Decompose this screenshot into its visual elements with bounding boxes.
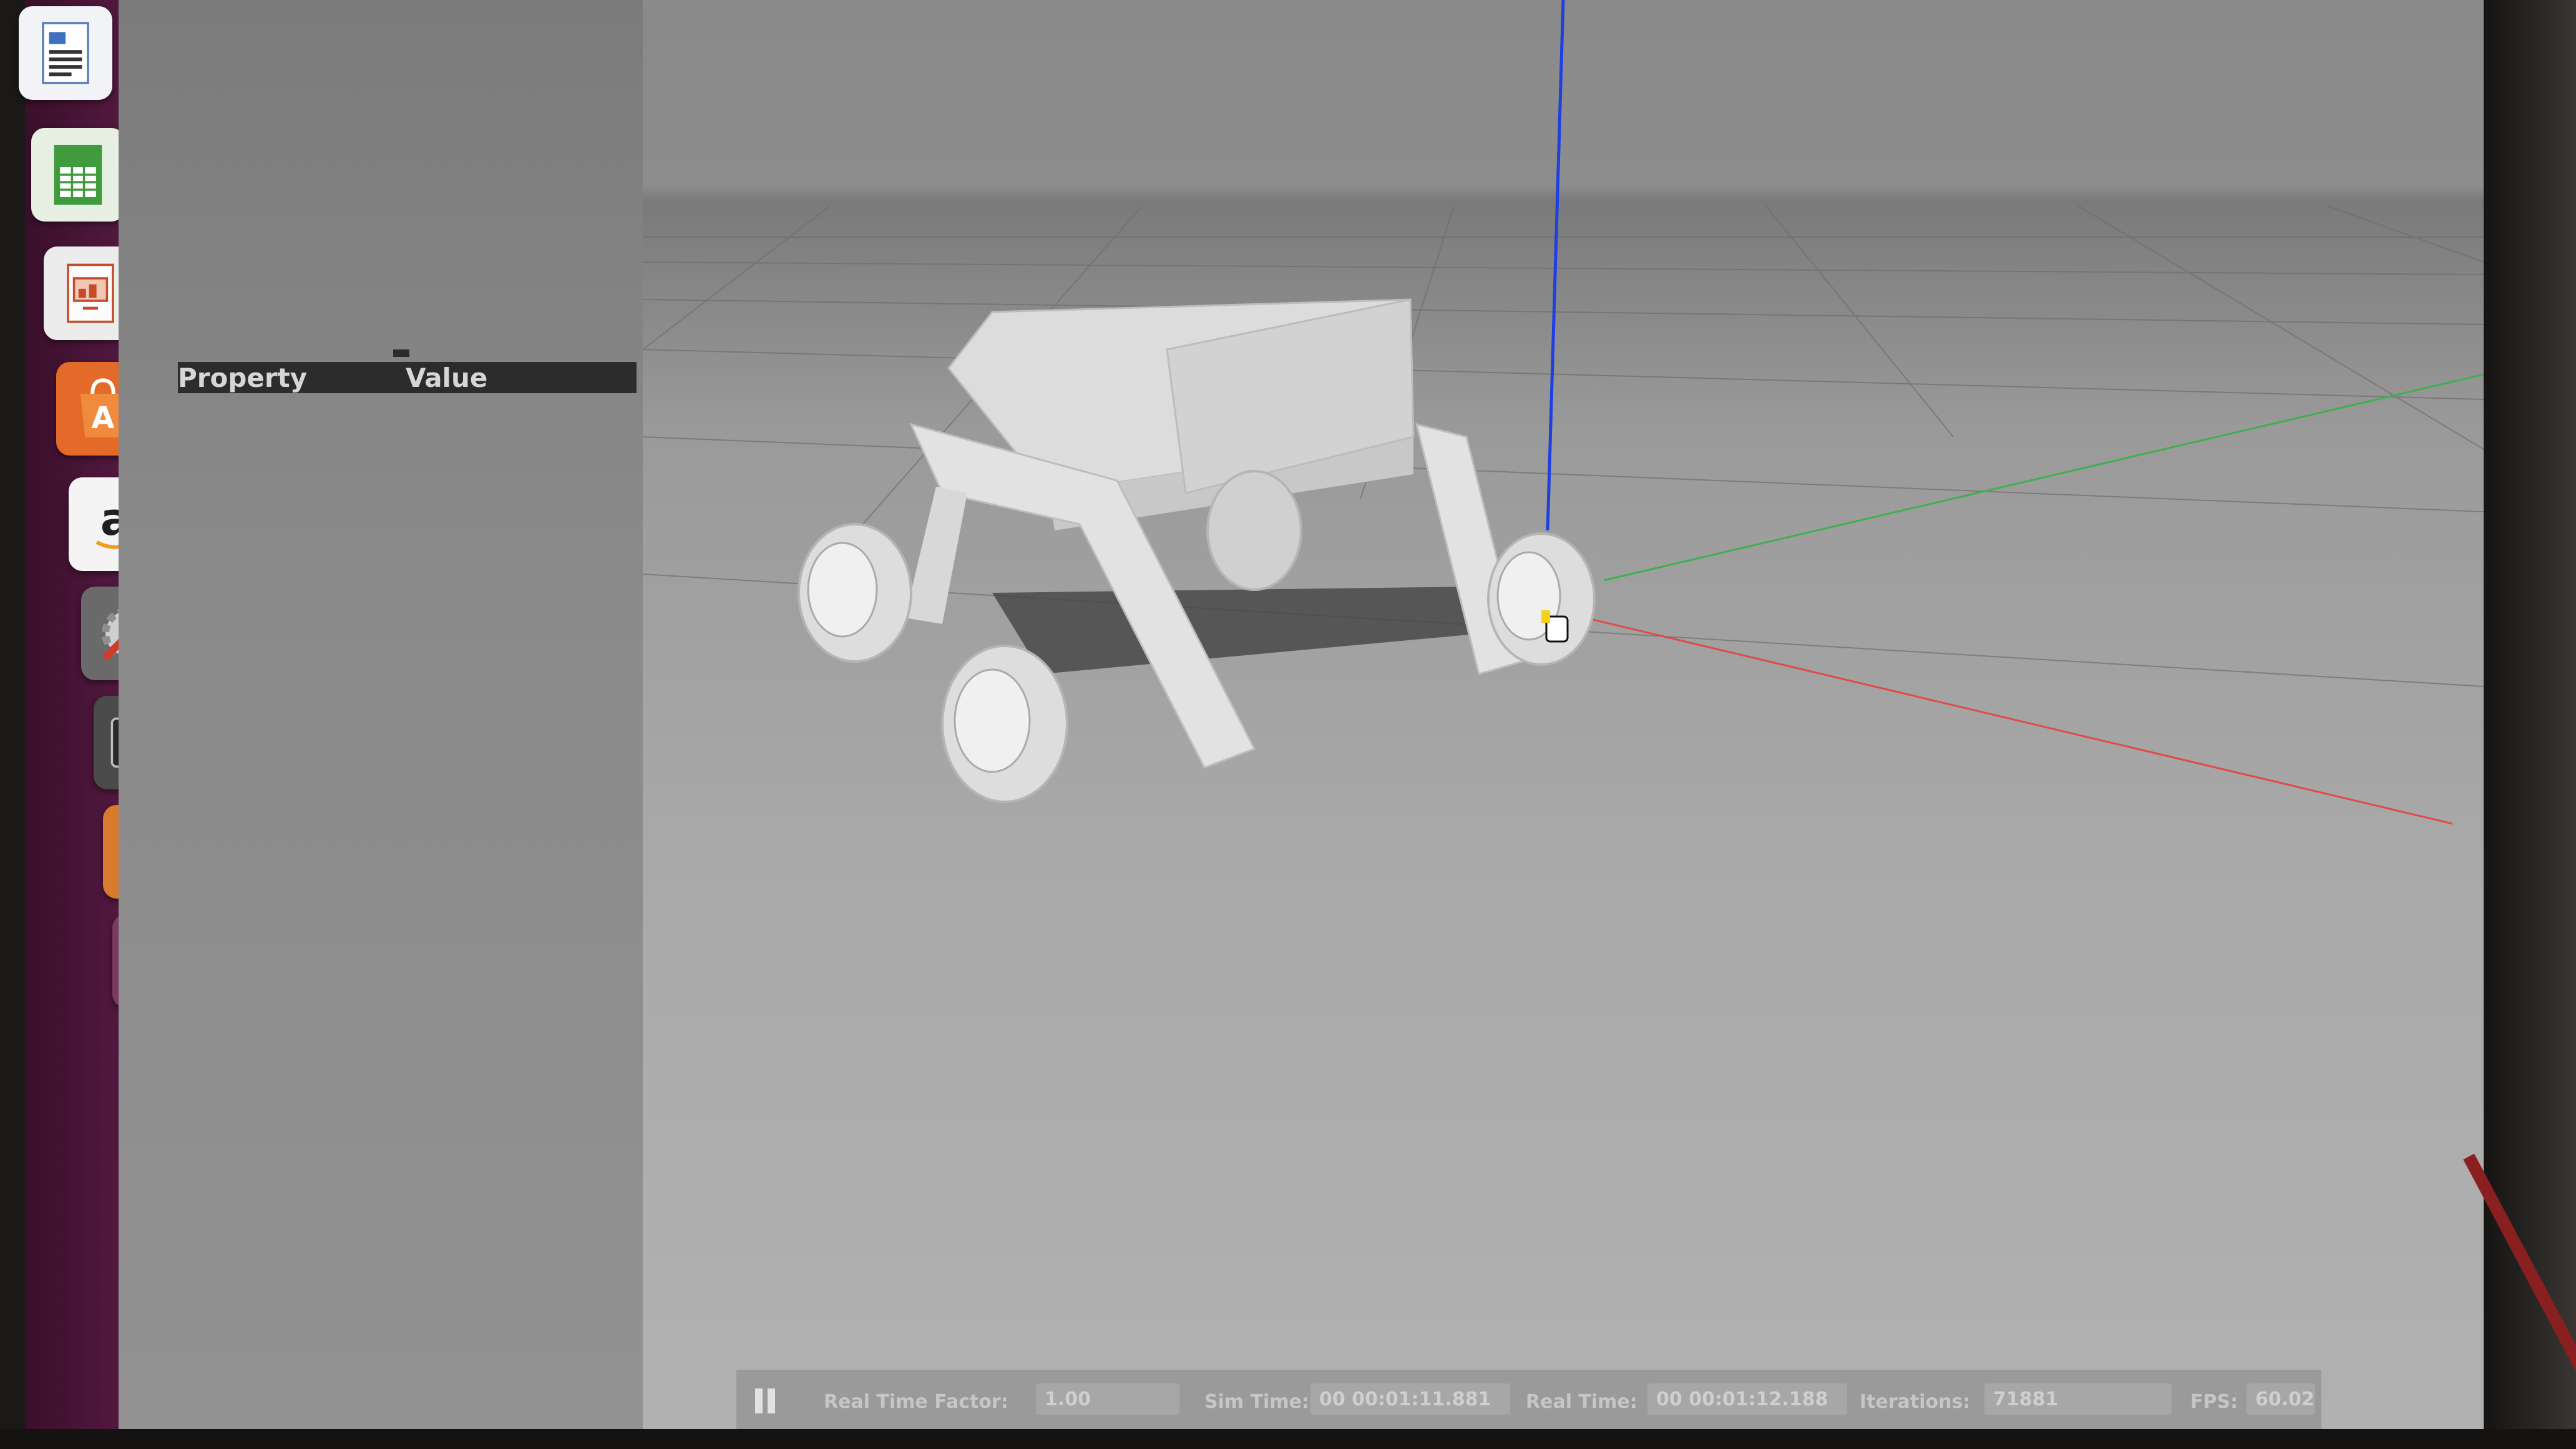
calc-launcher-button[interactable] bbox=[31, 128, 125, 222]
scene-render bbox=[643, 0, 2484, 825]
fps-field: 60.02 bbox=[2247, 1383, 2315, 1415]
document-icon bbox=[42, 22, 89, 84]
sim-time-label: Sim Time: bbox=[1204, 1391, 1309, 1413]
value-column-header[interactable]: Value bbox=[406, 363, 487, 393]
software-letter: A bbox=[91, 401, 114, 436]
monitor-bezel-right bbox=[2484, 0, 2576, 1449]
iterations-field: 71881 bbox=[1984, 1383, 2172, 1415]
writer-launcher-button[interactable] bbox=[19, 6, 112, 100]
fps-label: FPS: bbox=[2190, 1391, 2238, 1413]
real-time-factor-label: Real Time Factor: bbox=[824, 1391, 1008, 1413]
real-time-factor-field: 1.00 bbox=[1036, 1383, 1179, 1415]
scene-viewport[interactable] bbox=[643, 0, 2484, 1429]
robot-model bbox=[798, 298, 1596, 803]
panel-splitter-grip[interactable] bbox=[393, 349, 409, 357]
presentation-icon bbox=[67, 263, 114, 323]
spreadsheet-icon bbox=[54, 145, 102, 205]
z-axis bbox=[1546, 0, 1565, 531]
monitor-bezel-left bbox=[0, 0, 25, 1449]
property-column-header[interactable]: Property bbox=[178, 363, 307, 393]
properties-panel: Property Value bbox=[119, 0, 768, 1429]
pause-button[interactable] bbox=[755, 1388, 779, 1413]
iterations-label: Iterations: bbox=[1860, 1391, 1971, 1413]
real-time-label: Real Time: bbox=[1526, 1391, 1637, 1413]
robot-shadow bbox=[992, 587, 1516, 674]
y-axis bbox=[1603, 373, 2484, 582]
properties-table-header: Property Value bbox=[178, 362, 637, 393]
sim-time-field: 00 00:01:11.881 bbox=[1310, 1383, 1510, 1415]
x-axis bbox=[1584, 617, 2453, 825]
real-time-field: 00 00:01:12.188 bbox=[1647, 1383, 1847, 1415]
simulation-status-bar: Real Time Factor: 1.00 Sim Time: 00 00:0… bbox=[736, 1370, 2321, 1429]
monitor-bezel-bottom bbox=[0, 1429, 2576, 1449]
